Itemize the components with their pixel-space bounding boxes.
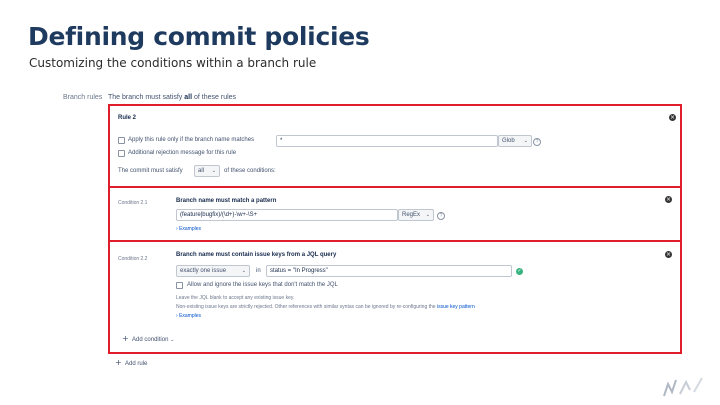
condition-panel-1: Condition 2.1 Branch name must match a p… [108, 186, 682, 242]
issue-key-help-text: Non-existing issue keys are strictly rej… [176, 304, 475, 310]
rule-title: Rule 2 [118, 115, 137, 121]
additional-rejection-checkbox[interactable] [118, 150, 125, 157]
condition-2-label: Condition 2.2 [118, 256, 148, 262]
condition-2-title: Branch name must contain issue keys from… [176, 252, 337, 258]
condition-1-title: Branch name must match a pattern [176, 198, 277, 204]
pattern-type-select[interactable]: Glob ⌄ [498, 135, 532, 147]
match-count-select[interactable]: exactly one issue ⌄ [176, 265, 250, 277]
description-emph: all [184, 94, 193, 101]
apply-rule-label: Apply this rule only if the branch name … [128, 137, 255, 143]
chevron-down-icon: ⌄ [523, 138, 528, 144]
examples-link-2[interactable]: › Examples [176, 313, 201, 319]
satisfy-value: all [198, 168, 205, 174]
plus-icon: + [122, 334, 129, 343]
slide-title: Defining commit policies [28, 22, 370, 51]
close-circle-icon[interactable]: × [669, 114, 676, 121]
branch-pattern-input[interactable]: * [276, 135, 498, 147]
examples-link-1[interactable]: › Examples [176, 226, 201, 232]
satisfy-select[interactable]: all ⌄ [194, 165, 220, 177]
plus-icon: + [115, 358, 122, 367]
question-circle-icon[interactable]: ? [533, 138, 541, 146]
apply-rule-checkbox[interactable] [118, 137, 125, 144]
pattern-input[interactable]: (feature|bugfix)/(\d+)-\w+-\S+ [176, 209, 398, 221]
regex-type-value: RegEx [402, 212, 421, 218]
condition-panel-2: Condition 2.2 Branch name must contain i… [108, 240, 682, 354]
issue-key-help-prefix: Non-existing issue keys are strictly rej… [176, 304, 436, 310]
chevron-icon: › [176, 226, 178, 232]
add-condition-label: Add condition [132, 337, 169, 343]
branch-rules-label: Branch rules [63, 94, 103, 101]
close-circle-icon[interactable]: × [665, 196, 672, 203]
examples-link-2-label: Examples [179, 313, 202, 319]
allow-ignore-label: Allow and ignore the issue keys that don… [187, 282, 338, 288]
add-condition-button[interactable]: + Add condition ⌄ [122, 334, 174, 343]
pattern-type-value: Glob [502, 138, 515, 144]
chevron-icon: › [176, 313, 178, 319]
chevron-down-icon: ⌄ [241, 268, 246, 274]
question-circle-icon[interactable]: ? [437, 212, 445, 220]
examples-link-1-label: Examples [179, 226, 202, 232]
description-suffix: of these rules [194, 94, 237, 101]
allow-ignore-checkbox[interactable] [176, 282, 183, 289]
brand-logo [663, 377, 703, 397]
jql-input[interactable]: status = "In Progress" [266, 265, 512, 277]
branch-rules-description: The branch must satisfy all of these rul… [108, 94, 236, 101]
chevron-down-icon: ⌄ [170, 337, 175, 343]
check-circle-icon: ✓ [516, 268, 523, 275]
chevron-down-icon: ⌄ [425, 212, 430, 218]
additional-rejection-label: Additional rejection message for this ru… [128, 150, 237, 156]
slide-subtitle: Customizing the conditions within a bran… [29, 56, 317, 70]
regex-type-select[interactable]: RegEx ⌄ [398, 209, 434, 221]
rule-panel: Rule 2 × Apply this rule only if the bra… [108, 104, 682, 188]
match-count-value: exactly one issue [180, 268, 227, 274]
condition-1-label: Condition 2.1 [118, 200, 148, 206]
jql-help-text: Leave the JQL blank to accept any existi… [176, 295, 295, 301]
chevron-down-icon: ⌄ [211, 168, 216, 174]
satisfy-suffix: of these conditions: [224, 168, 276, 174]
add-rule-button[interactable]: + Add rule [115, 358, 147, 367]
in-label: in [256, 268, 261, 274]
add-rule-label: Add rule [125, 361, 148, 367]
issue-key-pattern-link[interactable]: issue key pattern [437, 304, 475, 310]
satisfy-prefix: The commit must satisfy [118, 168, 183, 174]
description-prefix: The branch must satisfy [108, 94, 183, 101]
close-circle-icon[interactable]: × [665, 251, 672, 258]
